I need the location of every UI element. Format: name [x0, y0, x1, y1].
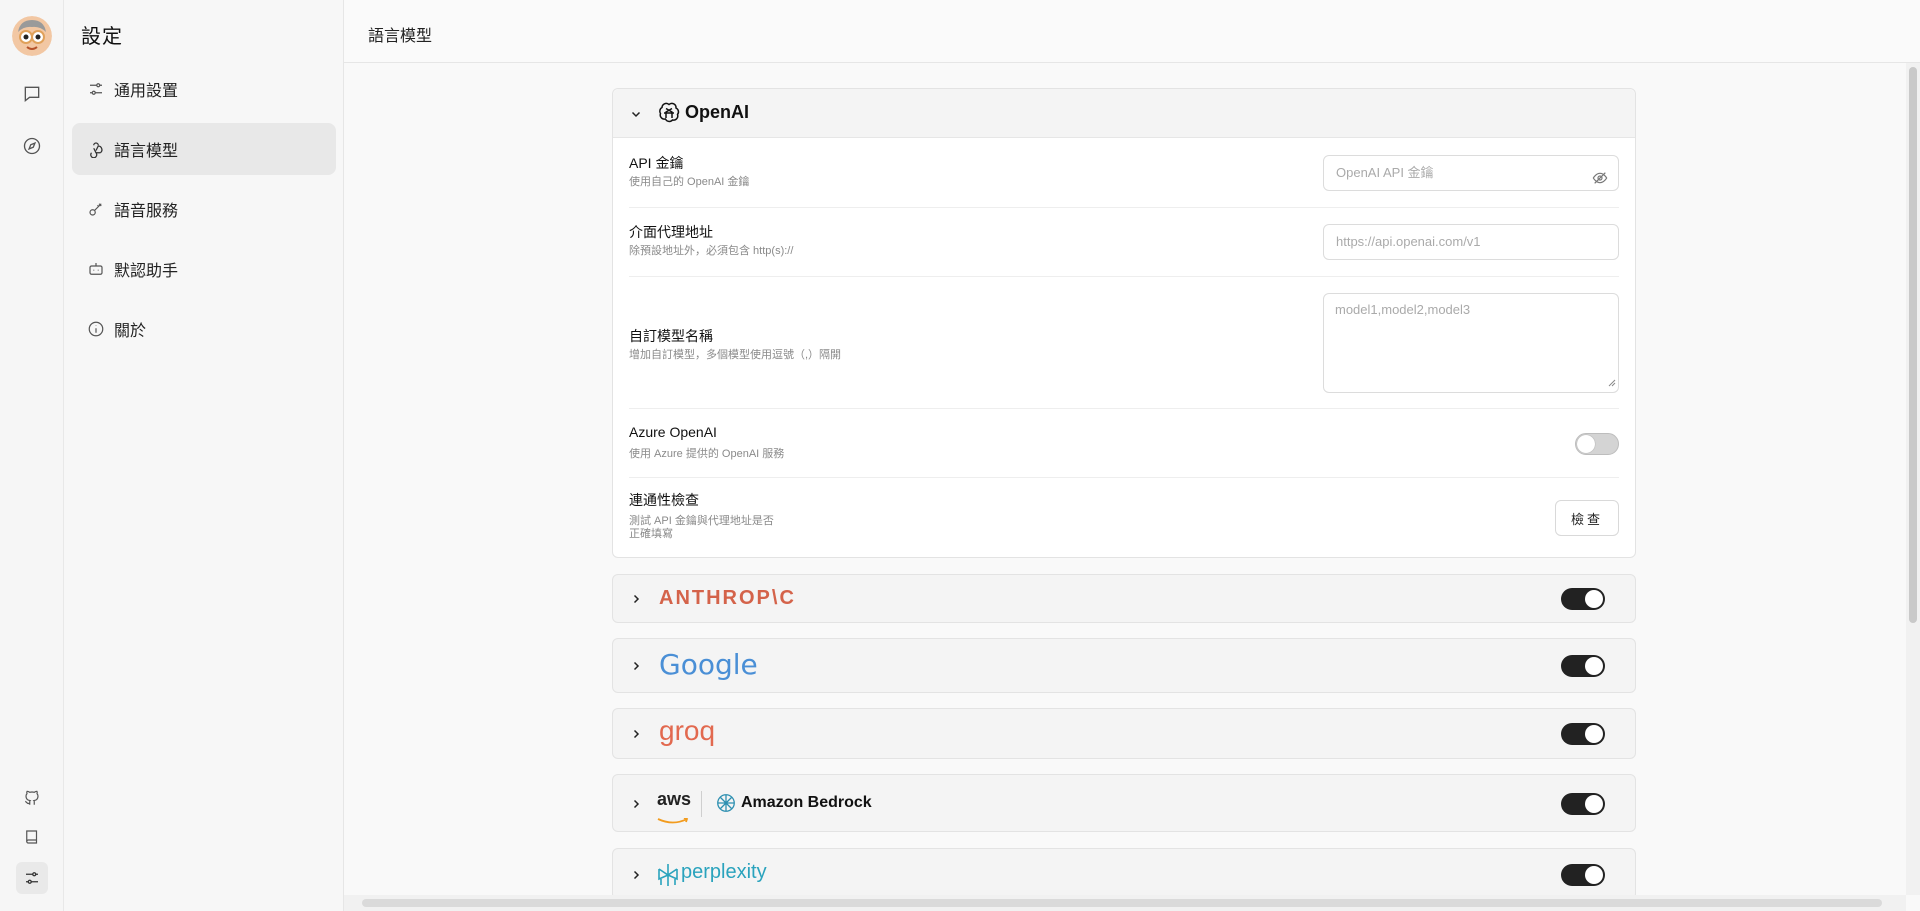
provider-card-openai: OpenAI API 金鑰 使用自己的 OpenAI 金鑰 OpenAI API… — [612, 88, 1636, 558]
chat-icon[interactable] — [16, 78, 48, 110]
api-key-desc: 使用自己的 OpenAI 金鑰 — [629, 176, 750, 188]
custom-models-row: 自訂模型名稱 增加自訂模型，多個模型使用逗號（,）隔開 model1,model… — [629, 277, 1619, 409]
avatar[interactable] — [12, 16, 52, 56]
sidebar-item-label: 語音服務 — [114, 203, 179, 220]
anthropic-logo: ANTHROP\C — [659, 587, 796, 609]
openai-logo-icon — [657, 101, 681, 125]
custom-models-desc: 增加自訂模型，多個模型使用逗號（,）隔開 — [629, 349, 842, 361]
provider-card-groq[interactable]: groq — [612, 708, 1636, 759]
provider-card-anthropic[interactable]: ANTHROP\C — [612, 574, 1636, 623]
key-icon — [86, 199, 106, 219]
provider-card-bedrock[interactable]: aws Amazon Bedrock — [612, 774, 1636, 832]
aws-logo: aws — [657, 789, 692, 809]
groq-toggle[interactable] — [1561, 723, 1605, 745]
github-icon[interactable] — [16, 782, 48, 814]
groq-logo: groq — [659, 715, 716, 746]
bot-icon — [86, 259, 106, 279]
sidebar-item-language-model[interactable]: 語言模型 — [72, 123, 336, 175]
aws-smile-icon — [657, 811, 689, 824]
provider-card-google[interactable]: Google — [612, 638, 1636, 693]
api-key-input[interactable]: OpenAI API 金鑰 — [1323, 155, 1619, 191]
chevron-right-icon[interactable] — [629, 592, 643, 606]
sidebar-item-label: 關於 — [114, 323, 147, 340]
anthropic-toggle[interactable] — [1561, 588, 1605, 610]
provider-name: OpenAI — [685, 102, 750, 122]
check-button[interactable]: 檢查 — [1555, 500, 1619, 536]
api-key-placeholder: OpenAI API 金鑰 — [1336, 165, 1434, 180]
logo-divider — [701, 791, 702, 817]
vertical-scrollbar[interactable] — [1906, 63, 1920, 895]
proxy-input[interactable]: https://api.openai.com/v1 — [1323, 224, 1619, 260]
custom-models-textarea[interactable]: model1,model2,model3 — [1323, 293, 1619, 393]
sidebar-item-general[interactable]: 通用設置 — [72, 63, 336, 115]
perplexity-logo: perplexity — [681, 861, 767, 883]
proxy-row: 介面代理地址 除預設地址外，必須包含 http(s):// https://ap… — [629, 208, 1619, 277]
webhook-icon — [86, 139, 106, 159]
bedrock-name: Amazon Bedrock — [741, 794, 872, 811]
azure-toggle[interactable] — [1575, 433, 1619, 455]
azure-label: Azure OpenAI — [629, 424, 717, 440]
settings-sliders-icon[interactable] — [16, 862, 48, 894]
icon-rail — [0, 0, 64, 911]
custom-models-placeholder: model1,model2,model3 — [1335, 302, 1471, 317]
perplexity-logo-icon — [657, 863, 679, 887]
proxy-placeholder: https://api.openai.com/v1 — [1336, 234, 1481, 249]
provider-card-perplexity[interactable]: perplexity — [612, 848, 1636, 900]
connectivity-row: 連通性檢查 測試 API 金鑰與代理地址是否 正確填寫 檢查 — [629, 478, 1619, 558]
google-logo: Google — [659, 648, 758, 681]
chevron-down-icon[interactable] — [629, 107, 643, 121]
bedrock-toggle[interactable] — [1561, 793, 1605, 815]
app-window: 設定 通用設置 語言模型 語音服務 默認助手 關於 語言模型 OpenAI AP… — [0, 0, 1920, 911]
connectivity-label: 連通性檢查 — [629, 492, 699, 508]
sidebar-item-label: 語言模型 — [114, 143, 179, 160]
book-icon[interactable] — [16, 821, 48, 853]
sidebar-item-label: 通用設置 — [114, 83, 179, 100]
perplexity-toggle[interactable] — [1561, 864, 1605, 886]
sliders-icon — [86, 79, 106, 99]
sidebar-item-default-assistant[interactable]: 默認助手 — [72, 243, 336, 295]
scrollbar-thumb[interactable] — [1909, 67, 1917, 623]
chevron-right-icon[interactable] — [629, 868, 643, 882]
chevron-right-icon[interactable] — [629, 797, 643, 811]
provider-header-openai[interactable]: OpenAI — [613, 89, 1635, 138]
scrollbar-thumb[interactable] — [362, 899, 1882, 907]
chevron-right-icon[interactable] — [629, 727, 643, 741]
api-key-row: API 金鑰 使用自己的 OpenAI 金鑰 OpenAI API 金鑰 — [629, 139, 1619, 208]
connectivity-desc-line2: 正確填寫 — [629, 528, 673, 540]
sidebar-item-voice[interactable]: 語音服務 — [72, 183, 336, 235]
sidebar-item-label: 默認助手 — [114, 263, 179, 280]
horizontal-scrollbar[interactable] — [344, 895, 1906, 911]
eye-off-icon[interactable] — [1592, 165, 1608, 199]
sidebar-item-about[interactable]: 關於 — [72, 303, 336, 355]
settings-sidebar: 設定 通用設置 語言模型 語音服務 默認助手 關於 — [64, 0, 344, 911]
api-key-label: API 金鑰 — [629, 155, 684, 171]
google-toggle[interactable] — [1561, 655, 1605, 677]
azure-desc: 使用 Azure 提供的 OpenAI 服務 — [629, 448, 785, 460]
page-header: 語言模型 — [344, 0, 1920, 63]
azure-row: Azure OpenAI 使用 Azure 提供的 OpenAI 服務 — [629, 409, 1619, 478]
page-title: 語言模型 — [368, 28, 433, 45]
bedrock-logo-icon — [715, 792, 737, 814]
compass-icon[interactable] — [16, 130, 48, 162]
resize-handle-icon[interactable] — [1608, 375, 1616, 390]
proxy-label: 介面代理地址 — [629, 224, 713, 240]
main-panel: 語言模型 OpenAI API 金鑰 使用自己的 OpenAI 金鑰 OpenA… — [344, 0, 1920, 911]
chevron-right-icon[interactable] — [629, 659, 643, 673]
custom-models-label: 自訂模型名稱 — [629, 328, 713, 344]
proxy-desc: 除預設地址外，必須包含 http(s):// — [629, 245, 794, 257]
sidebar-title: 設定 — [81, 26, 123, 48]
info-icon — [86, 319, 106, 339]
